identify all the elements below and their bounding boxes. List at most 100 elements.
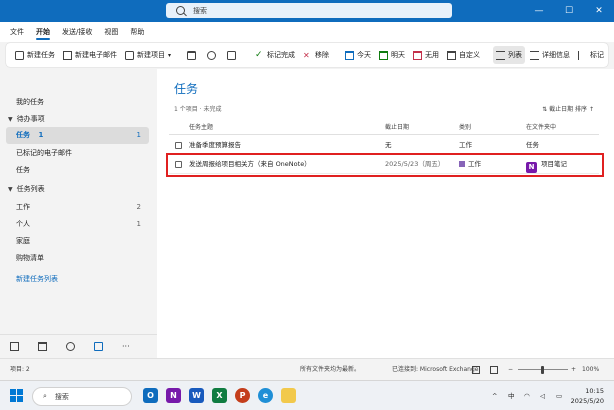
mark-complete-button[interactable]: ✓ 标记完成 xyxy=(252,46,298,64)
system-clock[interactable]: 10:15 2025/5/20 xyxy=(571,386,604,406)
column-header-due[interactable]: 截止日期 xyxy=(385,121,409,135)
more-apps-icon[interactable]: ··· xyxy=(122,342,130,351)
flag-button[interactable]: 标记 xyxy=(575,46,607,64)
taskbar-search[interactable]: ⌕ 搜索 xyxy=(32,387,132,406)
reminder-button[interactable] xyxy=(204,46,222,64)
sidebar-group-label: 任务列表 xyxy=(16,185,45,193)
sort-button[interactable]: ⇅ 截止日期 排序 ↑ xyxy=(542,104,594,113)
normal-view-icon[interactable] xyxy=(472,366,480,374)
column-header-category[interactable]: 类别 xyxy=(459,121,471,135)
start-icon[interactable] xyxy=(10,389,23,402)
sidebar-item-shopping[interactable]: 购物清单 xyxy=(6,250,149,267)
tomorrow-label: 明天 xyxy=(391,51,406,59)
excel-icon[interactable]: X xyxy=(212,388,227,403)
close-button[interactable]: ✕ xyxy=(584,0,614,22)
clock-date: 2025/5/20 xyxy=(570,397,604,405)
sidebar-item-work[interactable]: 工作 2 xyxy=(6,199,149,216)
remove-button[interactable]: ✕ 移除 xyxy=(300,46,332,64)
table-header: 任务主题 截止日期 类别 在文件夹中 xyxy=(169,121,599,135)
menu-send-receive[interactable]: 发送/接收 xyxy=(62,22,92,42)
maximize-button[interactable]: ☐ xyxy=(554,0,584,22)
edge-icon[interactable]: e xyxy=(258,388,273,403)
tasks-icon[interactable] xyxy=(94,342,103,351)
remove-icon: ✕ xyxy=(303,50,310,60)
new-item-button[interactable]: 新建项目 ▾ xyxy=(122,46,174,64)
sidebar-item-my-tasks[interactable]: 我的任务 xyxy=(6,94,149,111)
reading-view-icon[interactable] xyxy=(490,366,498,374)
menu-help[interactable]: 帮助 xyxy=(130,22,144,42)
sidebar-group-todo[interactable]: ▼ 待办事项 xyxy=(6,111,45,128)
task-list-pane: 任务 1 个项目 · 未完成 ⇅ 截止日期 排序 ↑ 任务主题 截止日期 类别 … xyxy=(157,69,614,358)
search-icon: ⌕ xyxy=(43,392,47,400)
calendar-icon[interactable] xyxy=(38,342,47,351)
details-icon xyxy=(530,50,540,60)
sidebar-item-family[interactable]: 家庭 xyxy=(6,233,149,250)
custom-date-button[interactable]: 自定义 xyxy=(444,46,483,64)
new-email-button[interactable]: 新建电子邮件 xyxy=(60,46,120,64)
list-label: 列表 xyxy=(508,51,523,59)
menu-home[interactable]: 开始 xyxy=(36,22,50,42)
assign-button[interactable] xyxy=(224,46,242,64)
no-date-button[interactable]: 无用 xyxy=(410,46,442,64)
sidebar-item-label: 个人 xyxy=(16,220,30,228)
ime-indicator[interactable]: 中 xyxy=(508,381,515,410)
sidebar-item-label: 购物清单 xyxy=(16,254,44,262)
people-icon[interactable] xyxy=(66,342,75,351)
page-title: 任务 xyxy=(174,82,199,96)
sidebar-item-flagged-email[interactable]: 已标记的电子邮件 xyxy=(6,145,149,162)
menu-file[interactable]: 文件 xyxy=(10,22,24,42)
sidebar-item-tasks-active[interactable]: 任务 1 1 xyxy=(6,127,149,144)
new-task-list-link[interactable]: 新建任务列表 xyxy=(6,271,149,288)
column-header-folder[interactable]: 在文件夹中 xyxy=(526,121,556,135)
calendar-icon xyxy=(413,50,423,60)
search-icon xyxy=(176,6,185,15)
list-icon xyxy=(496,50,506,60)
list-view-button[interactable]: 列表 xyxy=(493,46,526,64)
outlook-icon[interactable]: O xyxy=(143,388,158,403)
wifi-icon[interactable]: ◠ xyxy=(524,381,530,410)
sidebar-item-count: 2 xyxy=(136,203,141,211)
flag-icon xyxy=(578,50,587,60)
new-task-button[interactable]: 新建任务 xyxy=(12,46,58,64)
header-checkbox-spacer xyxy=(175,124,182,131)
ribbon: 新建任务 新建电子邮件 新建项目 ▾ ✓ 标记完成 ✕ 移除 今天 明天 无用 xyxy=(6,43,608,67)
task-icon xyxy=(15,50,24,60)
sidebar-item-personal[interactable]: 个人 1 xyxy=(6,216,149,233)
zoom-in-icon[interactable]: + xyxy=(571,359,576,381)
powerpoint-icon[interactable]: P xyxy=(235,388,250,403)
details-view-button[interactable]: 详细信息 xyxy=(527,46,573,64)
sidebar-item-tasks[interactable]: 任务 xyxy=(6,162,149,179)
sidebar-group-task-lists[interactable]: ▼ 任务列表 xyxy=(6,181,45,198)
sidebar-item-label: 工作 xyxy=(16,203,30,211)
mail-icon xyxy=(63,50,72,60)
no-date-label: 无用 xyxy=(425,51,440,59)
custom-label: 自定义 xyxy=(459,51,481,59)
word-icon[interactable]: W xyxy=(189,388,204,403)
status-item-count: 项目: 2 xyxy=(10,366,30,373)
flag-label: 标记 xyxy=(590,51,605,59)
volume-icon[interactable]: ◁ xyxy=(540,381,545,410)
sidebar-item-count: 1 xyxy=(136,220,141,228)
menu-view[interactable]: 视图 xyxy=(104,22,118,42)
search-input[interactable]: 搜索 xyxy=(166,3,452,18)
delete-button[interactable] xyxy=(184,46,202,64)
file-explorer-icon[interactable] xyxy=(281,388,296,403)
sidebar-item-count: 1 xyxy=(136,131,141,139)
new-item-icon xyxy=(125,50,134,60)
chevron-down-icon: ▼ xyxy=(8,116,13,123)
sidebar-group-label: 待办事项 xyxy=(16,115,45,123)
mail-icon[interactable] xyxy=(10,342,19,351)
zoom-out-icon[interactable]: − xyxy=(508,359,513,381)
calendar-icon xyxy=(447,50,457,60)
today-button[interactable]: 今天 xyxy=(342,46,374,64)
tomorrow-button[interactable]: 明天 xyxy=(376,46,408,64)
zoom-level[interactable]: 100% xyxy=(582,359,599,381)
zoom-slider-thumb[interactable] xyxy=(541,366,544,374)
task-checkbox[interactable] xyxy=(175,142,182,149)
battery-icon[interactable]: ▭ xyxy=(556,381,562,410)
column-header-subject[interactable]: 任务主题 xyxy=(189,121,213,135)
new-item-label: 新建项目 xyxy=(137,51,165,59)
onenote-icon[interactable]: N xyxy=(166,388,181,403)
minimize-button[interactable]: — xyxy=(524,0,554,22)
tray-chevron-icon[interactable]: ^ xyxy=(492,381,497,410)
